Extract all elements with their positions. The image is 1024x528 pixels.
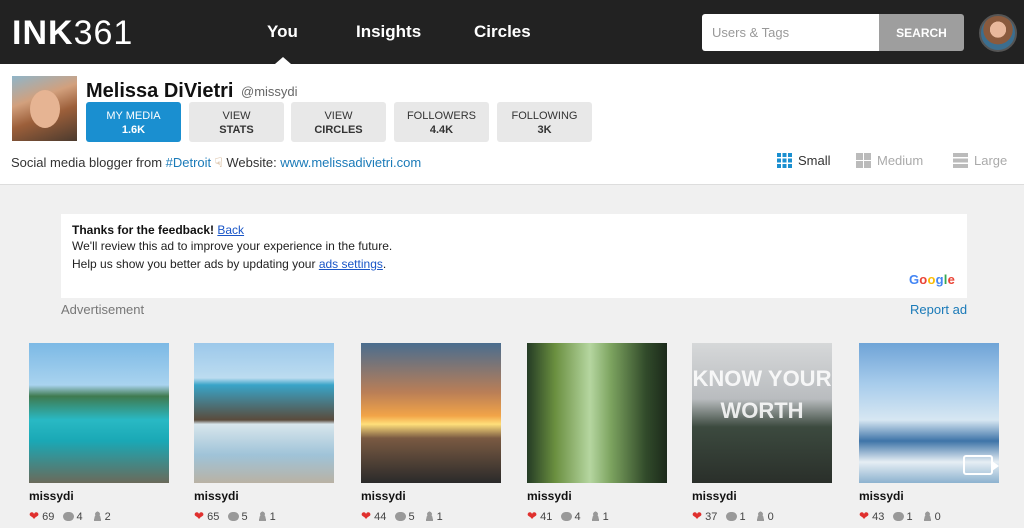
photo-stats: ❤ 69 4 2: [29, 509, 111, 523]
photo-stats: ❤ 43 1 0: [859, 509, 941, 523]
ad-feedback-title: Thanks for the feedback! Back: [72, 223, 245, 237]
comment-icon: [63, 512, 75, 521]
followers-button[interactable]: FOLLOWERS 4.4K: [394, 102, 489, 142]
user-tag-icon: [257, 511, 267, 521]
photo-stats: ❤ 65 5 1: [194, 509, 276, 523]
pointing-hand-icon: ☟: [214, 155, 223, 170]
photo-username[interactable]: missydi: [859, 489, 904, 503]
view-large-option[interactable]: Large: [953, 153, 1007, 168]
heart-icon: ❤: [194, 509, 205, 523]
ad-back-link[interactable]: Back: [217, 223, 244, 237]
advertisement-label: Advertisement: [61, 302, 145, 317]
photo-username[interactable]: missydi: [29, 489, 74, 503]
view-stats-button[interactable]: VIEW STATS: [189, 102, 284, 142]
photo-username[interactable]: missydi: [527, 489, 572, 503]
view-circles-button[interactable]: VIEW CIRCLES: [291, 102, 386, 142]
photo-username[interactable]: missydi: [692, 489, 737, 503]
heart-icon: ❤: [859, 509, 870, 523]
nav-circles[interactable]: Circles: [474, 22, 531, 42]
comment-icon: [228, 512, 240, 521]
nav-insights[interactable]: Insights: [356, 22, 421, 42]
media-thumbnail[interactable]: [527, 343, 667, 483]
nav-you[interactable]: You: [267, 22, 298, 42]
report-ad-link[interactable]: Report ad: [910, 302, 967, 317]
profile-name: Melissa DiVietri: [86, 80, 234, 102]
detroit-tag-link[interactable]: #Detroit: [166, 155, 212, 170]
ad-settings-text: Help us show you better ads by updating …: [72, 257, 387, 271]
medium-grid-icon: [856, 153, 871, 168]
comment-icon: [726, 512, 738, 521]
photo-stats: ❤ 41 4 1: [527, 509, 609, 523]
my-media-button[interactable]: MY MEDIA 1.6K: [86, 102, 181, 142]
view-medium-option[interactable]: Medium: [856, 153, 923, 168]
photo-overlay-text: KNOW YOUR WORTH: [692, 366, 832, 423]
ad-feedback-box: Thanks for the feedback! Back We'll revi…: [61, 214, 967, 298]
profile-handle: @missydi: [241, 84, 298, 99]
heart-icon: ❤: [527, 509, 538, 523]
comment-icon: [395, 512, 407, 521]
website-link[interactable]: www.melissadivietri.com: [280, 155, 421, 170]
ink361-logo[interactable]: INK361: [12, 14, 133, 53]
search-button[interactable]: SEARCH: [879, 14, 964, 51]
photo-stats: ❤ 44 5 1: [361, 509, 443, 523]
photo-username[interactable]: missydi: [361, 489, 406, 503]
large-list-icon: [953, 153, 968, 168]
profile-picture: [12, 76, 77, 141]
user-tag-icon: [92, 511, 102, 521]
user-tag-icon: [590, 511, 600, 521]
following-button[interactable]: FOLLOWING 3K: [497, 102, 592, 142]
video-camera-icon: [963, 455, 999, 475]
heart-icon: ❤: [361, 509, 372, 523]
heart-icon: ❤: [692, 509, 703, 523]
profile-bio: Social media blogger from #Detroit ☟ Web…: [11, 155, 422, 170]
media-thumbnail[interactable]: [859, 343, 999, 483]
comment-icon: [561, 512, 573, 521]
small-grid-icon: [777, 153, 792, 168]
media-thumbnail[interactable]: KNOW YOUR WORTH: [692, 343, 832, 483]
heart-icon: ❤: [29, 509, 40, 523]
view-small-option[interactable]: Small: [777, 153, 831, 168]
active-nav-caret: [275, 57, 291, 64]
media-thumbnail[interactable]: [194, 343, 334, 483]
search-input[interactable]: [702, 14, 880, 51]
top-navbar: INK361 You Insights Circles SEARCH: [0, 0, 1024, 64]
ads-settings-link[interactable]: ads settings: [319, 257, 383, 271]
user-avatar[interactable]: [979, 14, 1017, 52]
user-tag-icon: [922, 511, 932, 521]
ad-review-text: We'll review this ad to improve your exp…: [72, 239, 393, 253]
profile-header: Melissa DiVietri @missydi MY MEDIA 1.6K V…: [0, 64, 1024, 185]
user-tag-icon: [424, 511, 434, 521]
photo-username[interactable]: missydi: [194, 489, 239, 503]
photo-stats: ❤ 37 1 0: [692, 509, 774, 523]
user-tag-icon: [755, 511, 765, 521]
comment-icon: [893, 512, 905, 521]
google-logo: Google: [908, 272, 955, 287]
media-thumbnail[interactable]: [361, 343, 501, 483]
media-thumbnail[interactable]: [29, 343, 169, 483]
